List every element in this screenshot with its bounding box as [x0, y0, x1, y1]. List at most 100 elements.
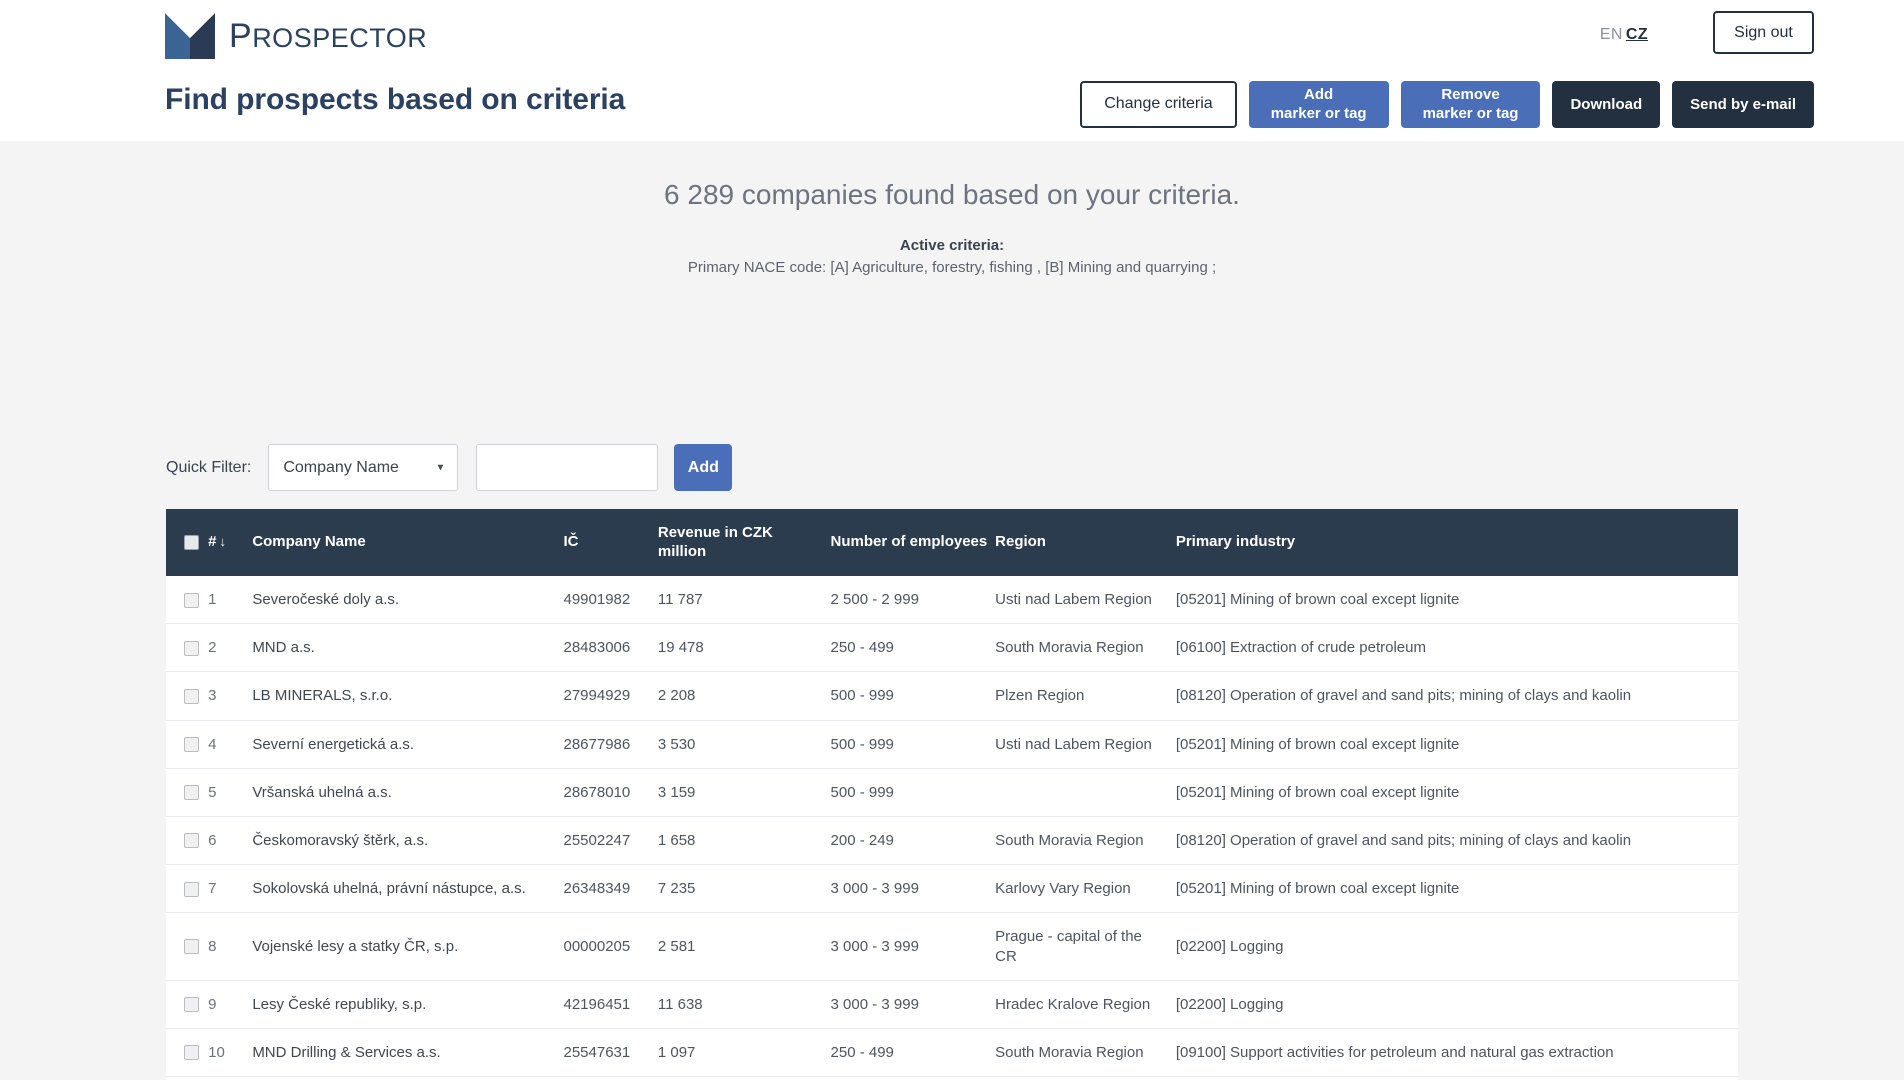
- table-row[interactable]: 10 MND Drilling & Services a.s. 25547631 1 …: [166, 1028, 1738, 1078]
- row-company-name[interactable]: Sokolovská uhelná, právní nástupce, a.s.: [252, 864, 564, 914]
- active-criteria-value: Primary NACE code: [A] Agriculture, fore…: [687, 258, 1217, 276]
- row-company-name[interactable]: Severočeské doly a.s.: [252, 576, 564, 625]
- column-revenue[interactable]: Revenue in CZK million: [657, 509, 831, 576]
- row-checkbox[interactable]: [184, 737, 199, 753]
- column-company-name[interactable]: Company Name: [252, 509, 564, 576]
- add-marker-line2: marker or tag: [1270, 105, 1367, 122]
- row-region: South Moravia Region: [995, 1028, 1176, 1078]
- change-criteria-button[interactable]: Change criteria: [1080, 81, 1237, 128]
- table-row[interactable]: 3 LB MINERALS, s.r.o. 27994929 2 208 500 - 9…: [166, 671, 1738, 721]
- row-company-name[interactable]: Lesy České republiky, s.p.: [252, 980, 564, 1029]
- send-by-email-button[interactable]: Send by e-mail: [1672, 81, 1814, 128]
- select-all-checkbox[interactable]: [184, 534, 199, 550]
- row-employees: 2 500 - 2 999: [830, 576, 996, 625]
- row-checkbox[interactable]: [184, 1045, 199, 1061]
- table-row[interactable]: 4 Severní energetická a.s. 28677986 3 530 50…: [166, 720, 1738, 769]
- lang-cz[interactable]: CZ: [1626, 26, 1648, 43]
- remove-marker-line1: Remove: [1441, 86, 1500, 104]
- row-checkbox[interactable]: [184, 688, 199, 704]
- brand-logo[interactable]: PROSPECTOR: [165, 13, 427, 59]
- row-index: 11: [208, 1076, 253, 1080]
- row-revenue: 11 787: [657, 576, 831, 625]
- table-row[interactable]: 1 Severočeské doly a.s. 49901982 11 787 2 50…: [166, 576, 1738, 625]
- row-employees: 250 - 499: [830, 623, 996, 673]
- row-select-cell: [166, 623, 209, 673]
- row-region: Plzen Region: [995, 671, 1176, 721]
- header-actions: Change criteria Add marker or tag Remove…: [1080, 81, 1814, 128]
- row-ico: 42196451: [563, 980, 658, 1029]
- row-revenue: 2 208: [657, 671, 831, 721]
- row-checkbox[interactable]: [184, 785, 199, 801]
- row-index: 9: [208, 980, 253, 1029]
- row-company-name[interactable]: Vršanská uhelná a.s.: [252, 768, 564, 817]
- row-checkbox[interactable]: [184, 640, 199, 656]
- row-company-name[interactable]: Severní energetická a.s.: [252, 720, 564, 769]
- column-employees[interactable]: Number of employees: [830, 509, 996, 576]
- row-checkbox[interactable]: [184, 833, 199, 849]
- row-employees: 500 - 999: [830, 671, 996, 721]
- row-region: Liberec Region: [995, 1076, 1176, 1080]
- row-select-cell: [166, 1076, 209, 1080]
- quick-filter-select[interactable]: Company Name ▼: [268, 444, 459, 491]
- row-region: Hradec Kralove Region: [995, 980, 1176, 1029]
- row-checkbox[interactable]: [184, 881, 199, 897]
- chevron-down-icon: ▼: [435, 462, 446, 473]
- table-row[interactable]: 6 Českomoravský štěrk, a.s. 25502247 1 658 2…: [166, 816, 1738, 866]
- row-revenue: 4 134: [657, 1076, 831, 1080]
- row-select-cell: [166, 768, 209, 817]
- row-ico: 28483006: [563, 623, 658, 673]
- row-primary-industry: [05201] Mining of brown coal except lign…: [1175, 864, 1738, 914]
- results-table-head: # ↓ Company Name IČ Revenue in CZK millio…: [166, 509, 1738, 576]
- column-ico[interactable]: IČ: [563, 509, 658, 576]
- row-company-name[interactable]: MND a.s.: [252, 623, 564, 673]
- row-company-name[interactable]: Českomoravský štěrk, a.s.: [252, 816, 564, 866]
- row-select-cell: [166, 576, 209, 625]
- table-row[interactable]: 11DIAMO, státní podnik000027394 1342 000…: [166, 1076, 1738, 1080]
- add-marker-or-tag-button[interactable]: Add marker or tag: [1248, 81, 1389, 128]
- column-index[interactable]: # ↓: [208, 509, 253, 576]
- row-index: 2: [208, 623, 253, 673]
- table-row[interactable]: 2 MND a.s. 28483006 19 478 250 - 499 South Mo…: [166, 623, 1738, 673]
- row-select-cell: [166, 720, 209, 769]
- quick-filter-input[interactable]: [476, 444, 659, 491]
- row-ico: 49901982: [563, 576, 658, 625]
- row-region: [995, 768, 1176, 817]
- row-index: 6: [208, 816, 253, 866]
- row-company-name[interactable]: Vojenské lesy a statky ČR, s.p.: [252, 912, 564, 981]
- remove-marker-or-tag-button[interactable]: Remove marker or tag: [1400, 81, 1541, 128]
- row-revenue: 7 235: [657, 864, 831, 914]
- row-checkbox[interactable]: [184, 592, 199, 608]
- row-revenue: 3 159: [657, 768, 831, 817]
- row-company-name[interactable]: DIAMO, státní podnik: [252, 1076, 564, 1080]
- row-revenue: 11 638: [657, 980, 831, 1029]
- table-row[interactable]: 9 Lesy České republiky, s.p. 42196451 11 63…: [166, 980, 1738, 1029]
- sign-out-button[interactable]: Sign out: [1713, 11, 1814, 54]
- row-checkbox[interactable]: [184, 997, 199, 1013]
- row-checkbox[interactable]: [184, 939, 199, 955]
- column-primary-industry[interactable]: Primary industry: [1175, 509, 1738, 576]
- lang-en[interactable]: EN: [1600, 26, 1623, 43]
- row-company-name[interactable]: LB MINERALS, s.r.o.: [252, 671, 564, 721]
- results-table-body: 1 Severočeské doly a.s. 49901982 11 787 2 50…: [166, 576, 1738, 1080]
- row-index: 1: [208, 576, 253, 625]
- row-company-name[interactable]: MND Drilling & Services a.s.: [252, 1028, 564, 1078]
- row-index: 3: [208, 671, 253, 721]
- row-revenue: 2 581: [657, 912, 831, 981]
- download-button[interactable]: Download: [1552, 81, 1661, 128]
- remove-marker-line2: marker or tag: [1422, 105, 1519, 122]
- row-primary-industry: [07211] Mining of uranium and thorium or…: [1175, 1076, 1738, 1080]
- language-switcher[interactable]: EN CZ: [1600, 26, 1648, 44]
- row-ico: 25502247: [563, 816, 658, 866]
- table-row[interactable]: 8 Vojenské lesy a statky ČR, s.p. 00000205…: [166, 912, 1738, 981]
- brand-name-initial: P: [229, 17, 253, 55]
- row-ico: 26348349: [563, 864, 658, 914]
- row-select-cell: [166, 816, 209, 866]
- row-employees: 200 - 249: [830, 816, 996, 866]
- table-row[interactable]: 7 Sokolovská uhelná, právní nástupce, a.s…: [166, 864, 1738, 914]
- row-region: Karlovy Vary Region: [995, 864, 1176, 914]
- quick-filter-add-button[interactable]: Add: [674, 444, 733, 491]
- column-region[interactable]: Region: [995, 509, 1176, 576]
- row-select-cell: [166, 864, 209, 914]
- table-row[interactable]: 5 Vršanská uhelná a.s. 28678010 3 159 500 - …: [166, 768, 1738, 817]
- row-primary-industry: [08120] Operation of gravel and sand pit…: [1175, 816, 1738, 866]
